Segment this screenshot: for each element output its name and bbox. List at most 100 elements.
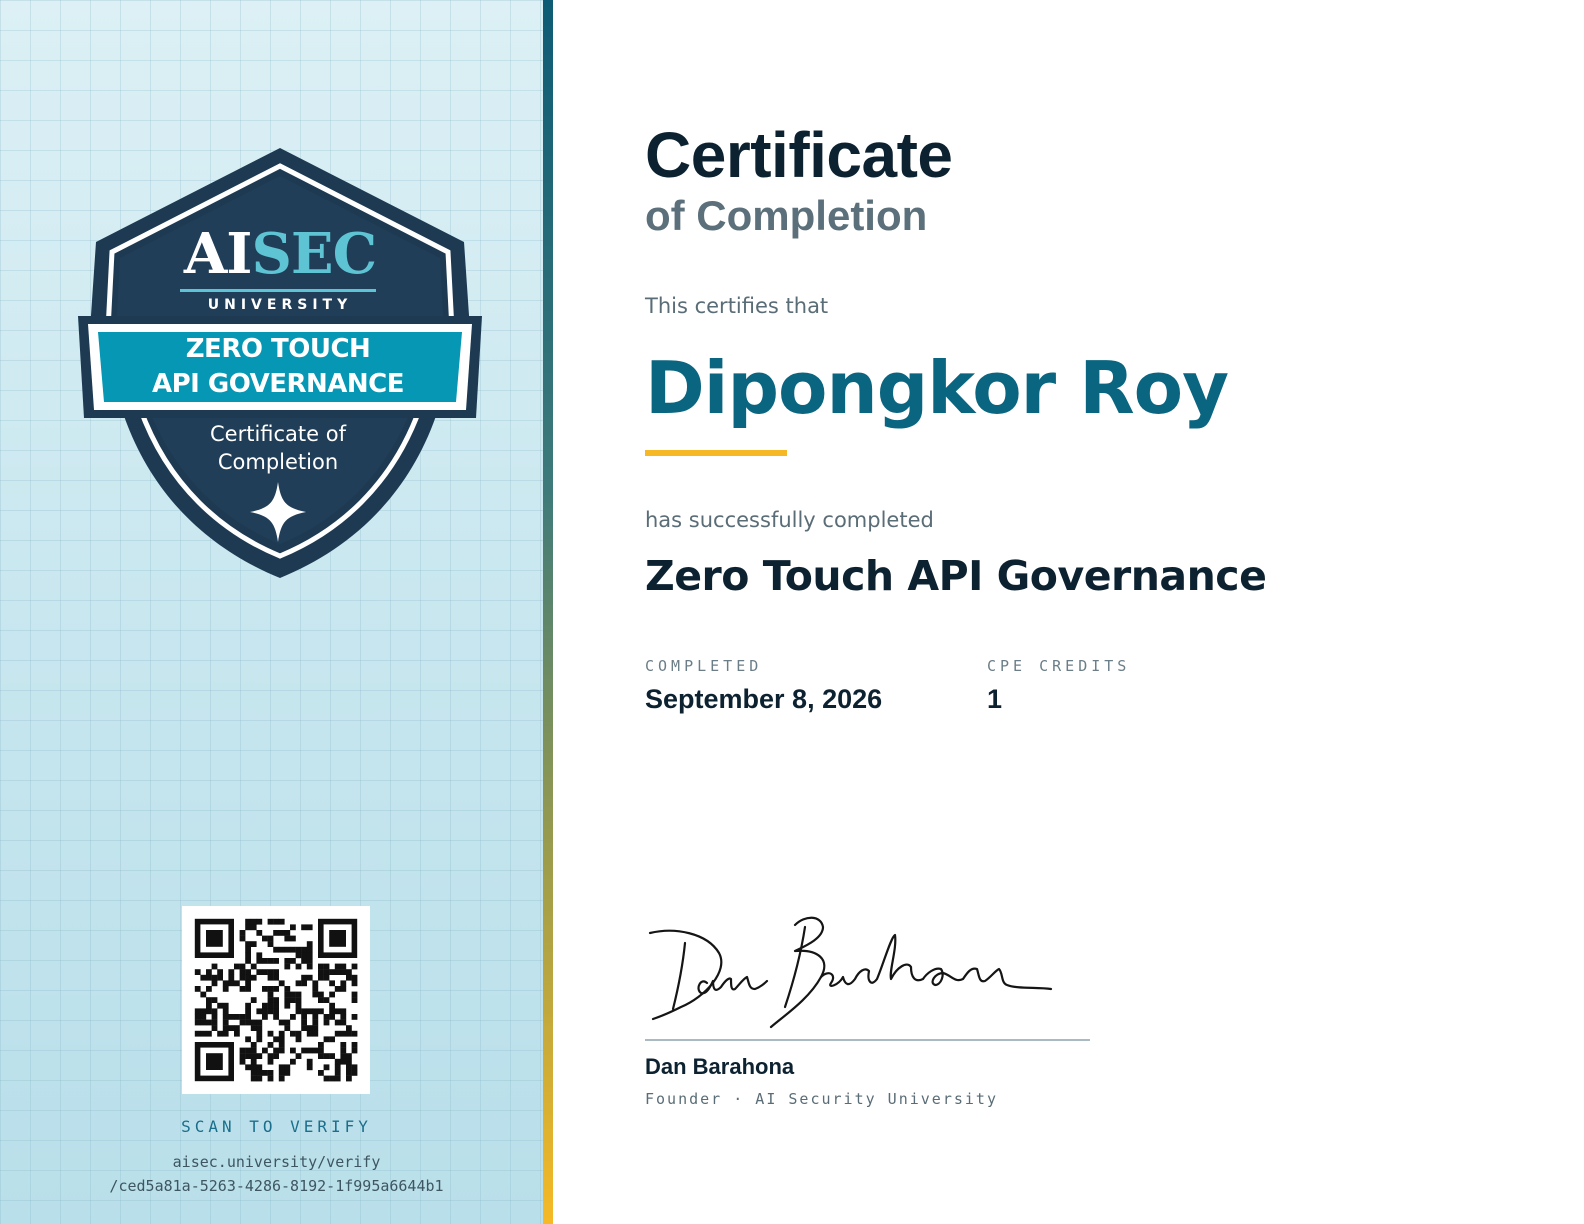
qr-module: [262, 1008, 268, 1015]
qr-module: [262, 986, 268, 992]
qr-code-icon: [194, 918, 358, 1082]
qr-module: [206, 1053, 223, 1070]
qr-module: [217, 1030, 223, 1037]
qr-module: [346, 1030, 352, 1037]
signer-title: Founder · AI Security University: [645, 1090, 998, 1108]
badge-subtitle: Certificate of Completion: [76, 420, 480, 476]
qr-module: [267, 1030, 274, 1037]
qr-module: [222, 980, 229, 987]
qr-module: [278, 1047, 285, 1054]
qr-module: [340, 1053, 347, 1059]
qr-module: [194, 1014, 201, 1020]
badge-banner-line2: API GOVERNANCE: [151, 369, 405, 399]
qr-module: [211, 997, 218, 1003]
badge-banner: ZERO TOUCH API GOVERNANCE: [76, 332, 480, 402]
qr-module: [329, 1053, 335, 1059]
qr-module: [234, 980, 240, 987]
qr-module: [250, 1047, 257, 1054]
qr-module: [273, 1008, 279, 1015]
qr-module: [206, 969, 212, 975]
qr-module: [290, 924, 296, 931]
qr-module: [239, 930, 246, 936]
qr-module: [194, 986, 201, 992]
gradient-divider: [543, 0, 553, 1224]
qr-module: [211, 963, 218, 970]
qr-module: [301, 924, 307, 931]
qr-module: [301, 1025, 307, 1031]
qr-module: [250, 1019, 257, 1026]
qr-module: [206, 997, 212, 1003]
qr-module: [250, 1053, 257, 1059]
qr-module: [284, 1019, 291, 1026]
qr-module: [267, 974, 274, 981]
qr-module: [301, 1008, 307, 1015]
verify-qr-code[interactable]: [182, 906, 370, 1094]
qr-module: [351, 1070, 358, 1076]
qr-module: [323, 1064, 330, 1071]
qr-module: [256, 1008, 263, 1015]
verify-url[interactable]: aisec.university/verify /ced5a81a-5263-4…: [0, 1150, 543, 1198]
qr-module: [334, 1030, 341, 1037]
qr-module: [329, 980, 335, 987]
qr-module: [262, 935, 268, 942]
qr-module: [222, 1019, 229, 1026]
qr-module: [262, 969, 268, 975]
verify-url-line2: /ced5a81a-5263-4286-8192-1f995a6644b1: [109, 1177, 444, 1195]
qr-module: [312, 1019, 319, 1026]
logo-rule: [180, 289, 376, 292]
qr-module: [278, 1036, 285, 1043]
certifies-text: This certifies that: [645, 294, 829, 318]
qr-module: [351, 980, 358, 987]
qr-module: [351, 974, 358, 981]
qr-module: [312, 1014, 319, 1020]
qr-module: [290, 997, 296, 1003]
qr-module: [239, 1019, 246, 1026]
qr-module: [250, 963, 257, 970]
left-panel: AISEC UNIVERSITY ZERO TOUCH API GOVERNAN…: [0, 0, 543, 1224]
qr-module: [290, 935, 296, 942]
qr-module: [245, 986, 251, 992]
qr-module: [278, 918, 285, 925]
qr-module: [306, 1030, 313, 1037]
qr-module: [301, 1047, 307, 1054]
qr-module: [267, 1042, 274, 1048]
qr-module: [278, 1070, 285, 1076]
qr-module: [239, 963, 246, 970]
qr-module: [250, 1075, 257, 1082]
badge-banner-line1: ZERO TOUCH: [185, 334, 371, 364]
qr-module: [306, 924, 313, 931]
qr-module: [278, 1019, 285, 1026]
qr-module: [273, 1036, 279, 1043]
qr-module: [245, 974, 251, 981]
qr-module: [306, 1025, 313, 1031]
qr-module: [351, 997, 358, 1003]
qr-module: [334, 963, 341, 970]
qr-module: [346, 1075, 352, 1082]
qr-module: [284, 1070, 291, 1076]
qr-module: [239, 1014, 246, 1020]
qr-module: [301, 946, 307, 953]
qr-module: [312, 1008, 319, 1015]
logo-university: UNIVERSITY: [207, 297, 353, 313]
qr-module: [346, 974, 352, 981]
qr-module: [278, 1075, 285, 1082]
qr-module: [267, 991, 274, 998]
qr-module: [346, 1070, 352, 1076]
qr-module: [262, 1014, 268, 1020]
qr-module: [206, 974, 212, 981]
qr-module: [228, 1025, 235, 1031]
qr-module: [245, 1008, 251, 1015]
qr-module: [312, 991, 319, 998]
qr-module: [318, 1070, 324, 1076]
qr-module: [217, 974, 223, 981]
qr-module: [284, 997, 291, 1003]
qr-module: [340, 963, 347, 970]
qr-module: [234, 1025, 240, 1031]
qr-module: [318, 974, 324, 981]
qr-module: [267, 918, 274, 925]
qr-module: [234, 1030, 240, 1037]
qr-module: [295, 997, 302, 1003]
qr-module: [273, 1002, 279, 1009]
qr-module: [295, 963, 302, 970]
qr-module: [245, 946, 251, 953]
